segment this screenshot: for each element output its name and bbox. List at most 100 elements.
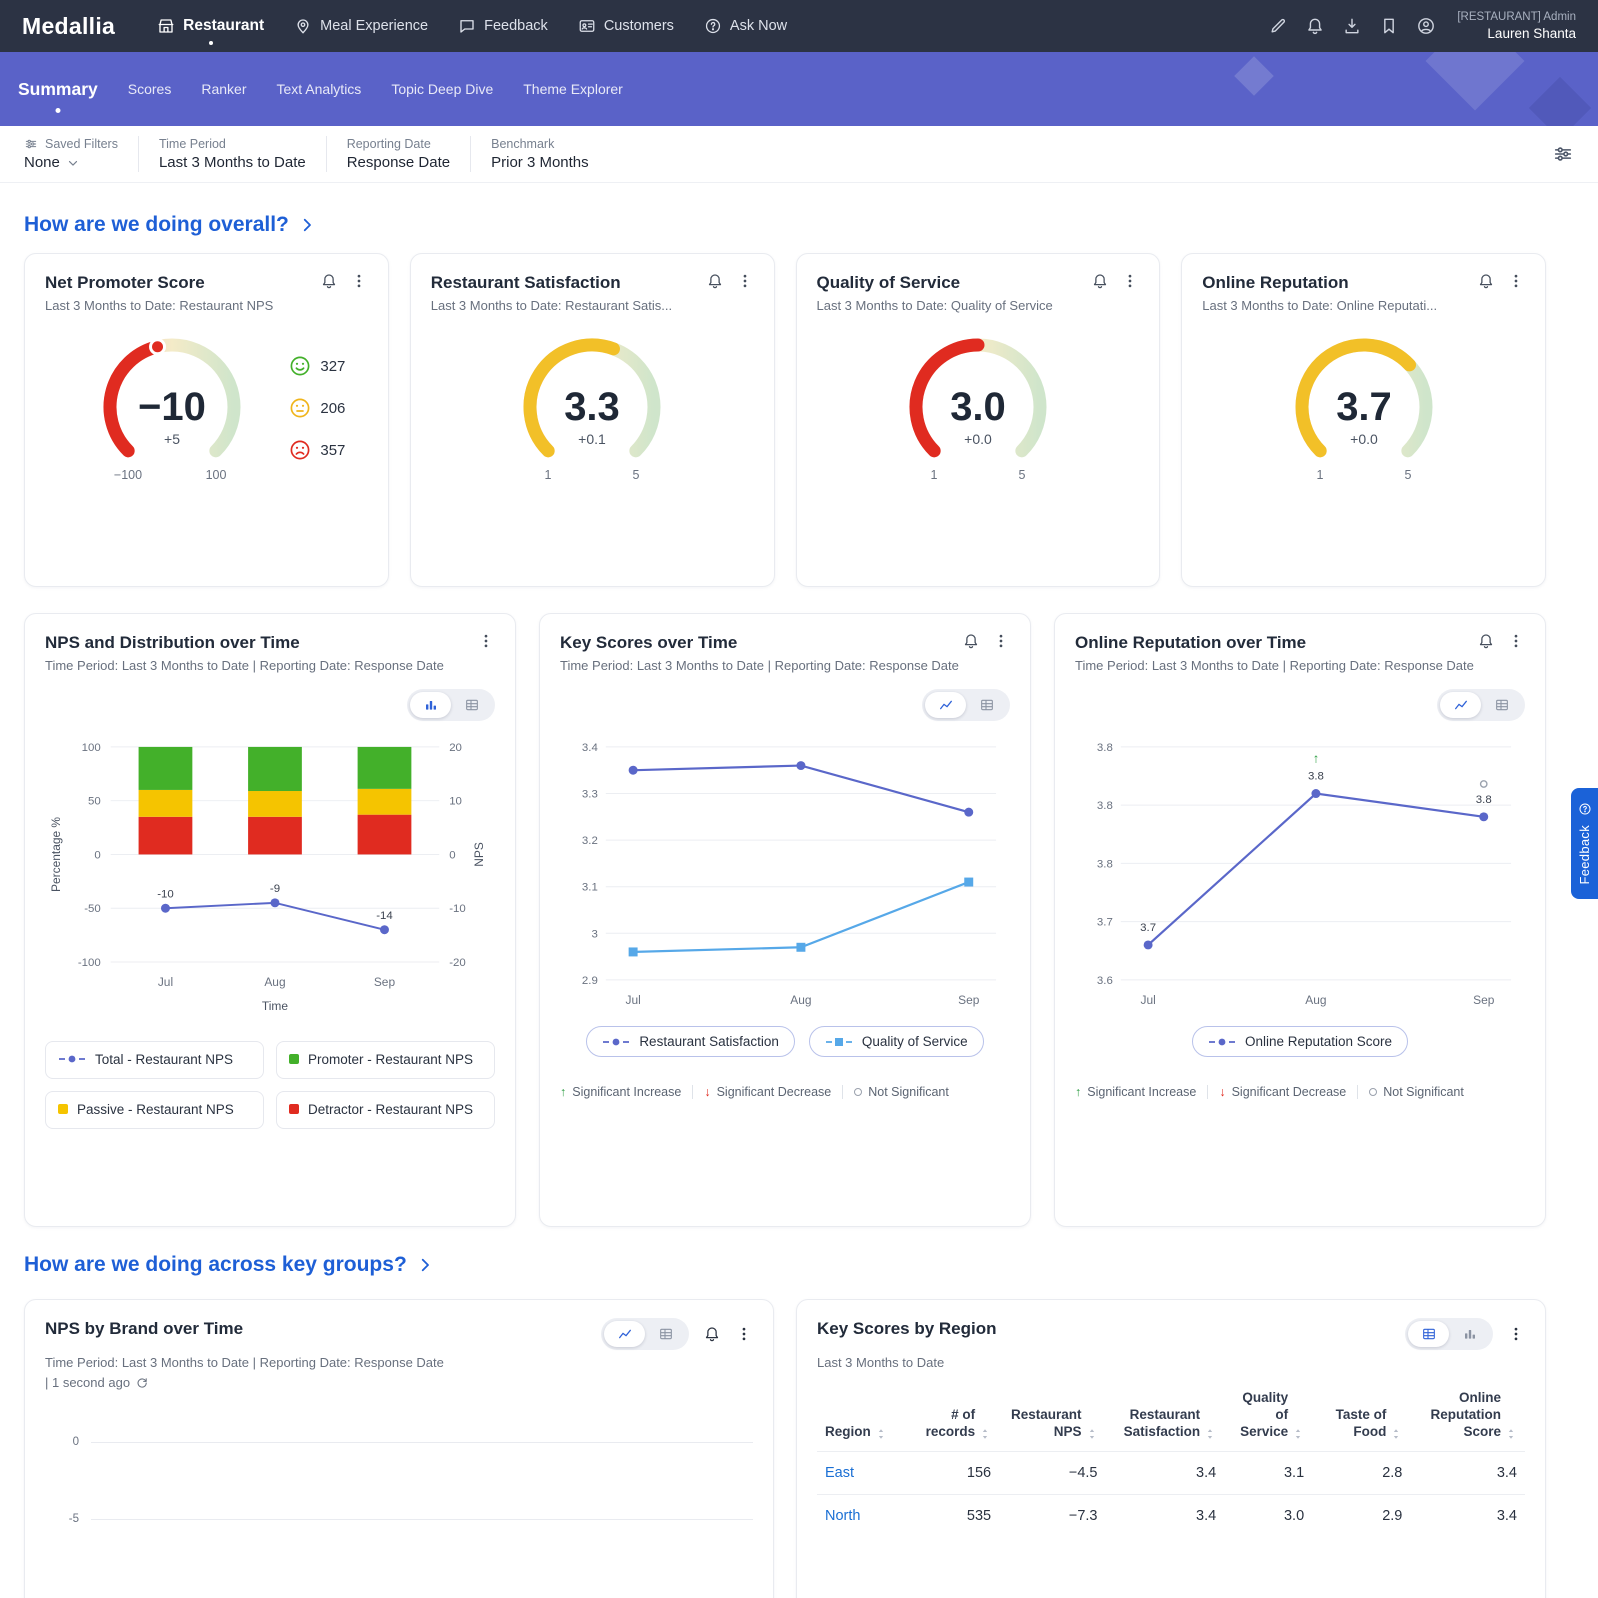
refresh-icon[interactable] xyxy=(135,1376,149,1390)
sort-icon[interactable] xyxy=(1505,1428,1517,1440)
account-button[interactable] xyxy=(1416,16,1436,36)
alert-button[interactable] xyxy=(320,272,338,290)
more-options-button[interactable] xyxy=(1507,272,1525,290)
benchmark-control[interactable]: Benchmark Prior 3 Months xyxy=(491,137,589,171)
table-view-button[interactable] xyxy=(1408,1321,1449,1347)
line-chart-view-button[interactable] xyxy=(604,1321,645,1347)
alert-button[interactable] xyxy=(962,632,980,650)
column-header-online-reputation-score[interactable]: Online Reputation Score xyxy=(1410,1384,1525,1451)
column-header-region[interactable]: Region xyxy=(817,1384,901,1451)
legend-label: Significant Increase xyxy=(1087,1085,1196,1099)
pencil-icon xyxy=(1268,16,1288,36)
legend-item-promoter[interactable]: Promoter - Restaurant NPS xyxy=(276,1041,495,1079)
nps-distribution-card: NPS and Distribution over Time Time Peri… xyxy=(24,613,516,1227)
chart-table-toggle xyxy=(1437,689,1525,721)
export-button[interactable] xyxy=(1342,16,1362,36)
svg-text:Jul: Jul xyxy=(158,975,173,989)
user-info[interactable]: [RESTAURANT] Admin Lauren Shanta xyxy=(1457,10,1576,42)
alert-button[interactable] xyxy=(1477,272,1495,290)
more-options-button[interactable] xyxy=(735,1325,753,1343)
column-header-restaurant-satisfaction[interactable]: Restaurant Satisfaction xyxy=(1106,1384,1225,1451)
column-header-records[interactable]: # of records xyxy=(901,1384,999,1451)
time-period-control[interactable]: Time Period Last 3 Months to Date xyxy=(159,137,306,171)
table-view-button[interactable] xyxy=(645,1321,686,1347)
more-options-button[interactable] xyxy=(1121,272,1139,290)
nav-item-ask-now[interactable]: Ask Now xyxy=(704,17,787,35)
detractor-count-row: 357 xyxy=(289,439,345,461)
legend-item-total-nps[interactable]: Total - Restaurant NPS xyxy=(45,1041,264,1079)
line-chart-view-button[interactable] xyxy=(1440,692,1481,718)
section-key-groups[interactable]: How are we doing across key groups? xyxy=(24,1253,1546,1277)
alert-button[interactable] xyxy=(706,272,724,290)
chip-quality-of-service[interactable]: Quality of Service xyxy=(809,1026,984,1057)
region-link[interactable]: East xyxy=(825,1465,854,1481)
chip-restaurant-satisfaction[interactable]: Restaurant Satisfaction xyxy=(586,1026,795,1057)
medallia-logo[interactable]: Medallia xyxy=(22,13,115,40)
topnav-actions: [RESTAURANT] Admin Lauren Shanta xyxy=(1268,10,1576,42)
legend-label: Detractor - Restaurant NPS xyxy=(308,1101,473,1119)
table-cell: 2.8 xyxy=(1312,1451,1410,1494)
tab-topic-deep-dive[interactable]: Topic Deep Dive xyxy=(391,81,493,97)
filter-settings-button[interactable] xyxy=(1552,143,1574,165)
table-cell: 3.4 xyxy=(1410,1494,1525,1537)
more-options-button[interactable] xyxy=(736,272,754,290)
more-options-button[interactable] xyxy=(1507,632,1525,650)
alert-button[interactable] xyxy=(1091,272,1109,290)
filter-bar: Saved Filters None Time Period Last 3 Mo… xyxy=(0,126,1598,183)
kpi-subtitle: Last 3 Months to Date: Restaurant Satis.… xyxy=(431,298,754,313)
edit-button[interactable] xyxy=(1268,16,1288,36)
sort-icon[interactable] xyxy=(1292,1428,1304,1440)
region-link[interactable]: North xyxy=(825,1508,860,1524)
tab-summary[interactable]: Summary xyxy=(18,79,98,100)
tab-scores[interactable]: Scores xyxy=(128,81,172,97)
reporting-date-control[interactable]: Reporting Date Response Date xyxy=(347,137,450,171)
legend-item-passive[interactable]: Passive - Restaurant NPS xyxy=(45,1091,264,1129)
sort-icon[interactable] xyxy=(1390,1428,1402,1440)
section-overall[interactable]: How are we doing overall? xyxy=(24,213,1546,237)
tab-text-analytics[interactable]: Text Analytics xyxy=(276,81,361,97)
alert-button[interactable] xyxy=(703,1325,721,1343)
table-view-button[interactable] xyxy=(1481,692,1522,718)
y-tick-label: 0 xyxy=(45,1436,79,1448)
table-view-button[interactable] xyxy=(966,692,1007,718)
chart-table-toggle xyxy=(407,689,495,721)
nav-item-restaurant[interactable]: Restaurant xyxy=(157,17,264,35)
nav-item-customers[interactable]: Customers xyxy=(578,17,674,35)
kpi-card-net-promoter-score: Net Promoter Score Last 3 Months to Date… xyxy=(24,253,389,587)
sort-icon[interactable] xyxy=(979,1428,991,1440)
legend-label: Promoter - Restaurant NPS xyxy=(308,1051,473,1069)
legend-item-detractor[interactable]: Detractor - Restaurant NPS xyxy=(276,1091,495,1129)
column-header-restaurant-nps[interactable]: Restaurant NPS xyxy=(999,1384,1105,1451)
alert-button[interactable] xyxy=(1477,632,1495,650)
line-chart-view-button[interactable] xyxy=(925,692,966,718)
tab-ranker[interactable]: Ranker xyxy=(201,81,246,97)
table-view-button[interactable] xyxy=(451,692,492,718)
sort-icon[interactable] xyxy=(875,1428,887,1440)
svg-text:1: 1 xyxy=(930,468,937,482)
more-options-button[interactable] xyxy=(1507,1325,1525,1343)
tab-theme-explorer[interactable]: Theme Explorer xyxy=(523,81,623,97)
bar-chart-view-button[interactable] xyxy=(410,692,451,718)
nav-item-feedback[interactable]: Feedback xyxy=(458,17,548,35)
column-header-quality-of-service[interactable]: Quality of Service xyxy=(1224,1384,1312,1451)
more-options-button[interactable] xyxy=(992,632,1010,650)
more-options-button[interactable] xyxy=(350,272,368,290)
divider xyxy=(842,1085,843,1099)
bookmarks-button[interactable] xyxy=(1379,16,1399,36)
svg-text:3.4: 3.4 xyxy=(582,742,599,754)
svg-text:3.8: 3.8 xyxy=(1097,742,1113,754)
saved-filters-value: None xyxy=(24,154,60,171)
chip-online-reputation-score[interactable]: Online Reputation Score xyxy=(1192,1026,1408,1057)
sort-icon[interactable] xyxy=(1204,1428,1216,1440)
feedback-tab[interactable]: Feedback xyxy=(1571,788,1598,899)
more-options-button[interactable] xyxy=(477,632,495,650)
saved-filters-control[interactable]: Saved Filters None xyxy=(24,137,118,171)
detractor-face-icon xyxy=(289,439,311,461)
notifications-button[interactable] xyxy=(1305,16,1325,36)
svg-text:-10: -10 xyxy=(157,889,174,901)
column-header-taste-of-food[interactable]: Taste of Food xyxy=(1312,1384,1410,1451)
svg-text:+0.0: +0.0 xyxy=(1350,431,1378,447)
bar-chart-view-button[interactable] xyxy=(1449,1321,1490,1347)
nav-item-meal-experience[interactable]: Meal Experience xyxy=(294,17,428,35)
sort-icon[interactable] xyxy=(1086,1428,1098,1440)
